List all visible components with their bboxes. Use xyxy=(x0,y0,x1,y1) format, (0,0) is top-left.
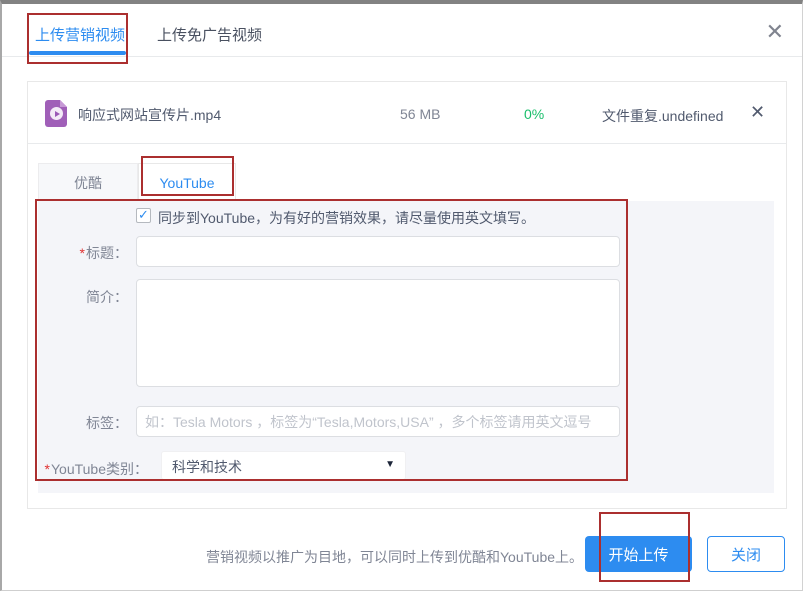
tab-upload-adfree-video[interactable]: 上传免广告视频 xyxy=(157,24,262,45)
checkmark-icon: ✓ xyxy=(138,207,149,223)
required-asterisk: * xyxy=(45,461,50,477)
file-progress: 0% xyxy=(524,106,544,122)
file-name: 响应式网站宣传片.mp4 xyxy=(78,105,221,125)
video-file-icon xyxy=(45,100,67,127)
upload-dialog: 上传营销视频 上传免广告视频 ✕ 响应式网站宣传片.mp4 56 MB 0% 文… xyxy=(0,0,803,591)
footer-note: 营销视频以推广为目地，可以同时上传到优酷和YouTube上。 xyxy=(206,547,581,567)
dialog-close-icon[interactable]: ✕ xyxy=(766,22,784,42)
file-status: 文件重复.undefined xyxy=(602,106,723,126)
category-selected-value: 科学和技术 xyxy=(172,457,242,477)
dialog-header: 上传营销视频 上传免广告视频 ✕ xyxy=(2,4,802,57)
tags-label: 标签： xyxy=(53,413,128,433)
tags-input[interactable] xyxy=(136,406,620,437)
file-remove-icon[interactable]: ✕ xyxy=(750,102,765,123)
description-textarea[interactable] xyxy=(136,279,620,387)
youtube-form-panel: ✓ 同步到YouTube，为有好的营销效果，请尽量使用英文填写。 *标题： 简介… xyxy=(38,201,774,493)
title-label: *标题： xyxy=(53,243,128,263)
close-button[interactable]: 关闭 xyxy=(707,536,785,572)
file-fold-shade xyxy=(60,100,67,107)
file-row: 响应式网站宣传片.mp4 56 MB 0% 文件重复.undefined ✕ xyxy=(28,82,786,144)
tab-youku[interactable]: 优酷 xyxy=(38,163,138,201)
tab-upload-marketing-video[interactable]: 上传营销视频 xyxy=(35,24,125,45)
description-label: 简介： xyxy=(53,287,128,307)
file-size: 56 MB xyxy=(400,106,440,122)
tab-youtube[interactable]: YouTube xyxy=(138,163,236,201)
upload-content-card: 响应式网站宣传片.mp4 56 MB 0% 文件重复.undefined ✕ 优… xyxy=(27,81,787,509)
play-triangle-icon xyxy=(55,111,60,117)
sync-checkbox-label: 同步到YouTube，为有好的营销效果，请尽量使用英文填写。 xyxy=(158,208,578,228)
start-upload-button[interactable]: 开始上传 xyxy=(585,536,692,572)
title-input[interactable] xyxy=(136,236,620,267)
sync-checkbox[interactable]: ✓ xyxy=(136,208,151,223)
category-label: *YouTube类别： xyxy=(43,459,148,479)
category-select[interactable]: 科学和技术 ▼ xyxy=(161,451,406,480)
dropdown-arrow-icon: ▼ xyxy=(385,459,395,470)
active-tab-underline xyxy=(29,51,126,55)
required-asterisk: * xyxy=(80,245,85,261)
